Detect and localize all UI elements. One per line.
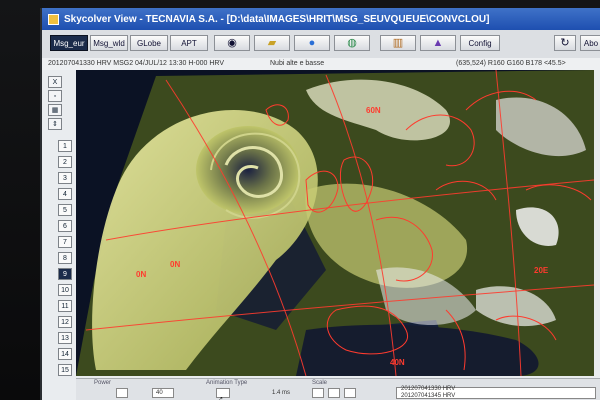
frame-button-13[interactable]: 13	[58, 332, 72, 344]
power-label: Power	[94, 380, 112, 386]
config-button[interactable]: Config	[460, 35, 500, 51]
frame-button-15[interactable]: 15	[58, 364, 72, 376]
scale-label: Scale	[312, 380, 328, 386]
refresh-icon: ↻	[560, 36, 570, 49]
frame-button-2[interactable]: 2	[58, 156, 72, 168]
satellite-image-view[interactable]: 60N 40N 20E 0N 0N	[76, 70, 594, 376]
scale-button-3[interactable]	[344, 388, 356, 398]
frame-button-9[interactable]: 9	[58, 268, 72, 280]
frame-button-7[interactable]: 7	[58, 236, 72, 248]
app-icon	[48, 13, 59, 25]
scale-button-2[interactable]	[328, 388, 340, 398]
product-text: Nubi alte e basse	[270, 60, 325, 67]
frame-button-12[interactable]: 12	[58, 316, 72, 328]
frame-button-1[interactable]: 1	[58, 140, 72, 152]
zoom-icon: ▫	[53, 92, 57, 100]
satellite-image	[76, 70, 594, 376]
image-info-text: 201207041330 HRV MSG2 04/JUL/12 13:30 H-…	[48, 60, 225, 67]
lat-40n-label: 40N	[390, 358, 405, 367]
application-window: Skycolver View - TECNAVIA S.A. - [D:\dat…	[40, 8, 600, 400]
title-bar: Skycolver View - TECNAVIA S.A. - [D:\dat…	[42, 8, 600, 30]
up-down-icon: ⇕	[52, 121, 58, 128]
power-value: 40	[156, 390, 163, 396]
frame-button-3[interactable]: 3	[58, 172, 72, 184]
power-field[interactable]: 40	[152, 388, 174, 398]
zoom-tool-button[interactable]: ▫	[48, 90, 62, 102]
frame-button-10[interactable]: 10	[58, 284, 72, 296]
histogram-icon: ▲	[432, 36, 444, 49]
frame-button-14[interactable]: 14	[58, 348, 72, 360]
scroll-tool-button[interactable]: ⇕	[48, 118, 62, 130]
left-grid-label-a: 0N	[136, 270, 147, 279]
frame-list-item-2[interactable]: 201207041345 HRV	[401, 393, 455, 399]
frame-list-item-1[interactable]: 201207041330 HRV	[401, 386, 455, 392]
control-panel: Power 40 Animation Type ⤢ 1.4 ms Scale 2…	[76, 378, 600, 400]
open-folder-button[interactable]: ▰	[254, 35, 290, 51]
histogram-button[interactable]: ▲	[420, 35, 456, 51]
bar-chart-icon: ▥	[392, 36, 404, 49]
grid-icon: ▦	[51, 107, 59, 114]
lon-20e-label: 20E	[534, 266, 549, 275]
frame-button-5[interactable]: 5	[58, 204, 72, 216]
globe-button[interactable]: GLobe	[130, 35, 168, 51]
toolbar: Msg_eur Msg_wld GLobe APT ◉ ▰ ● ◍ ▥ ▲ Co…	[42, 30, 600, 59]
left-grid-label-b: 0N	[170, 260, 181, 269]
frame-button-11[interactable]: 11	[58, 300, 72, 312]
speed-value: 1.4 ms	[272, 390, 291, 396]
close-tool-button[interactable]: X	[48, 76, 62, 88]
view-eye-button[interactable]: ◉	[214, 35, 250, 51]
cursor-info-text: (635,524) R160 G160 B178 <45.5>	[456, 60, 566, 67]
frame-button-8[interactable]: 8	[58, 252, 72, 264]
refresh-button[interactable]: ↻	[554, 35, 576, 51]
power-decrease-button[interactable]	[116, 388, 128, 398]
animation-type-icon-button[interactable]: ⤢	[216, 388, 230, 400]
msg-wld-button[interactable]: Msg_wld	[90, 35, 128, 51]
abort-button[interactable]: Abo	[580, 35, 600, 51]
eye-icon: ◉	[227, 36, 237, 49]
globe-icon: ●	[308, 36, 316, 49]
frame-button-4[interactable]: 4	[58, 188, 72, 200]
tool-column: X ▫ ▦ ⇕ 1 2 3 4 5 6 7 8 9 10 11 12 13 14…	[46, 74, 72, 388]
window-title: Skycolver View - TECNAVIA S.A. - [D:\dat…	[64, 13, 490, 25]
chart-button[interactable]: ▥	[380, 35, 416, 51]
frame-button-6[interactable]: 6	[58, 220, 72, 232]
scale-button-1[interactable]	[312, 388, 324, 398]
globe-view-button[interactable]: ●	[294, 35, 330, 51]
status-line: 201207041330 HRV MSG2 04/JUL/12 13:30 H-…	[42, 58, 600, 70]
folder-icon: ▰	[267, 36, 277, 49]
animation-type-label: Animation Type	[206, 380, 248, 386]
lat-60n-label: 60N	[366, 106, 381, 115]
grid-tool-button[interactable]: ▦	[48, 104, 62, 116]
msg-eur-button[interactable]: Msg_eur	[50, 35, 88, 51]
world-map-button[interactable]: ◍	[334, 35, 370, 51]
apt-button[interactable]: APT	[170, 35, 208, 51]
frame-list[interactable]: 201207041330 HRV 201207041345 HRV	[396, 386, 596, 399]
world-map-icon: ◍	[347, 36, 357, 49]
